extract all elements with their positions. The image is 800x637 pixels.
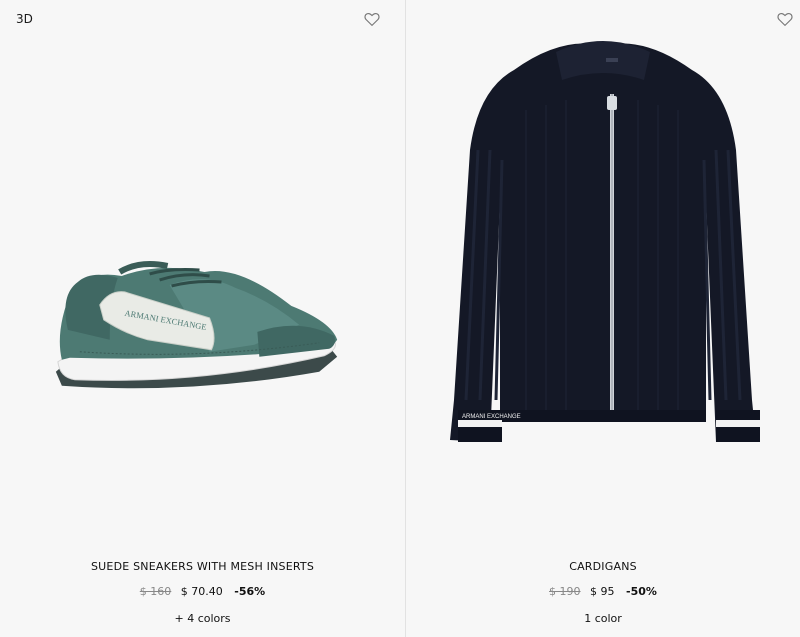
- cuff-logo-text: ARMANI EXCHANGE: [462, 414, 521, 420]
- product-info: CARDIGANS $ 190 $ 95 -50% 1 color: [406, 560, 800, 625]
- cardigan-image[interactable]: ARMANI EXCHANGE: [406, 0, 800, 520]
- product-card-cardigan[interactable]: ARMANI EXCHANGE CARDIGANS $ 190 $ 95 -50…: [406, 0, 800, 637]
- original-price: $ 190: [549, 585, 581, 598]
- product-name[interactable]: CARDIGANS: [406, 560, 800, 573]
- original-price: $ 160: [139, 585, 172, 598]
- product-info: SUEDE SNEAKERS WITH MESH INSERTS $ 160 $…: [0, 560, 405, 625]
- product-name[interactable]: SUEDE SNEAKERS WITH MESH INSERTS: [0, 560, 405, 573]
- sale-price: $ 70.40: [180, 585, 223, 598]
- discount-label: -50%: [626, 585, 657, 598]
- sale-price: $ 95: [590, 585, 615, 598]
- color-count[interactable]: 1 color: [406, 612, 800, 625]
- product-card-sneakers[interactable]: 3D ARMANI EXCHANGE SUEDE SNEAKERS WITH M…: [0, 0, 406, 637]
- sneaker-image[interactable]: ARMANI EXCHANGE: [0, 0, 405, 520]
- price-row: $ 190 $ 95 -50%: [406, 585, 800, 598]
- product-grid: 3D ARMANI EXCHANGE SUEDE SNEAKERS WITH M…: [0, 0, 800, 637]
- color-count[interactable]: + 4 colors: [0, 612, 405, 625]
- price-row: $ 160 $ 70.40 -56%: [0, 585, 405, 598]
- discount-label: -56%: [234, 585, 266, 598]
